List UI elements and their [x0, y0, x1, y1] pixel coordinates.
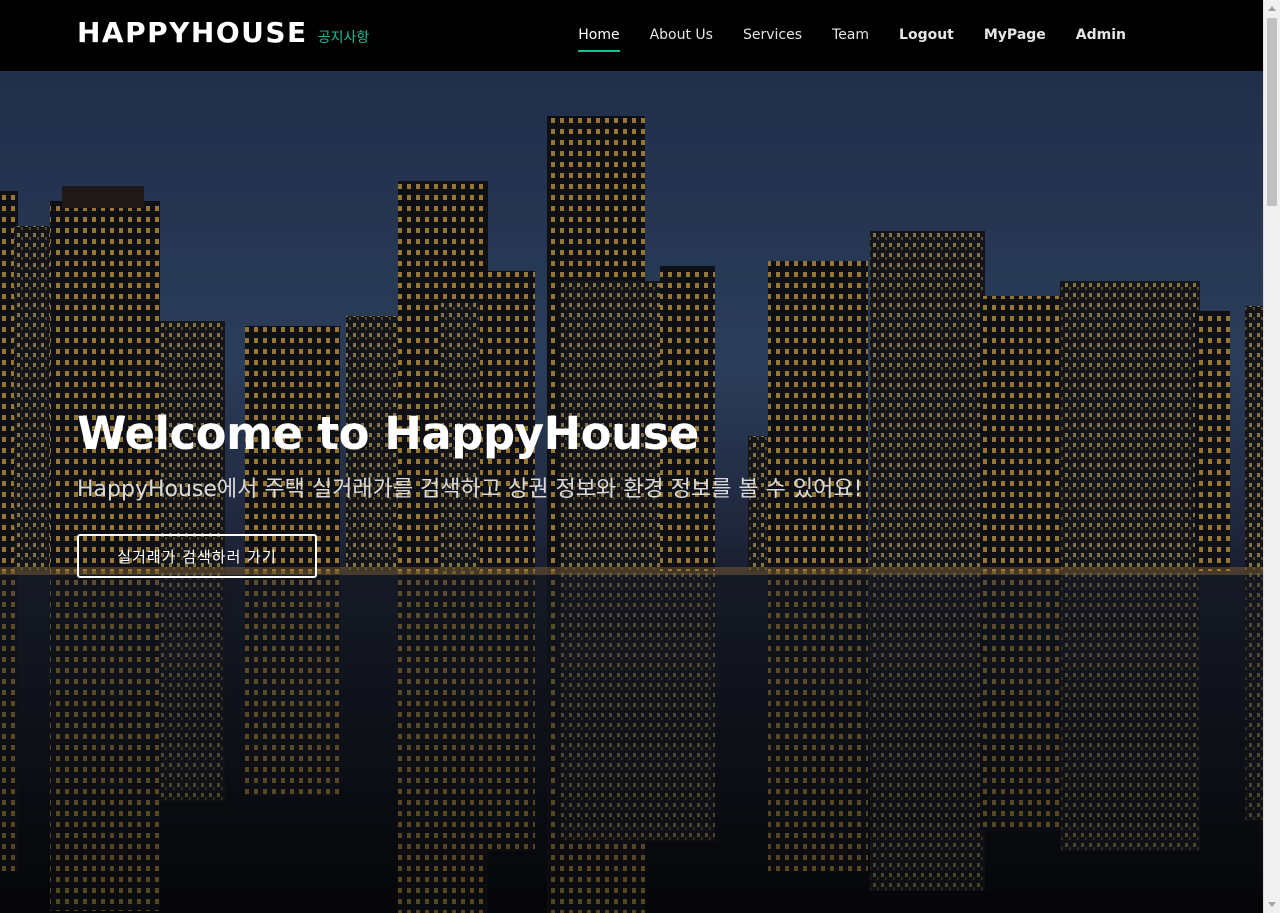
nav-mypage[interactable]: MyPage — [984, 0, 1046, 71]
scroll-down-arrow-icon[interactable] — [1268, 902, 1276, 907]
nav-team[interactable]: Team — [832, 0, 869, 71]
scroll-thumb[interactable] — [1267, 18, 1277, 206]
brand: HAPPYHOUSE 공지사항 — [77, 16, 369, 49]
hero-subtitle: HappyHouse에서 주택 실거래가를 검색하고 상권 정보와 환경 정보를… — [77, 477, 863, 502]
nav-about-us[interactable]: About Us — [650, 0, 713, 71]
site-logo[interactable]: HAPPYHOUSE — [77, 16, 308, 49]
main-nav: Home About Us Services Team Logout MyPag… — [548, 0, 1126, 71]
scroll-up-arrow-icon[interactable] — [1268, 6, 1276, 11]
search-prices-button[interactable]: 실거래가 검색하러 가기 — [77, 534, 317, 578]
hero-title: Welcome to HappyHouse — [77, 407, 699, 460]
nav-services[interactable]: Services — [743, 0, 802, 71]
nav-admin[interactable]: Admin — [1076, 0, 1126, 71]
nav-logout[interactable]: Logout — [899, 0, 954, 71]
nav-home[interactable]: Home — [578, 0, 620, 71]
notice-link[interactable]: 공지사항 — [318, 27, 370, 47]
hero-section: Welcome to HappyHouse HappyHouse에서 주택 실거… — [0, 71, 1263, 913]
top-navbar: HAPPYHOUSE 공지사항 Home About Us Services T… — [0, 0, 1263, 71]
page-scrollbar[interactable] — [1263, 0, 1280, 913]
